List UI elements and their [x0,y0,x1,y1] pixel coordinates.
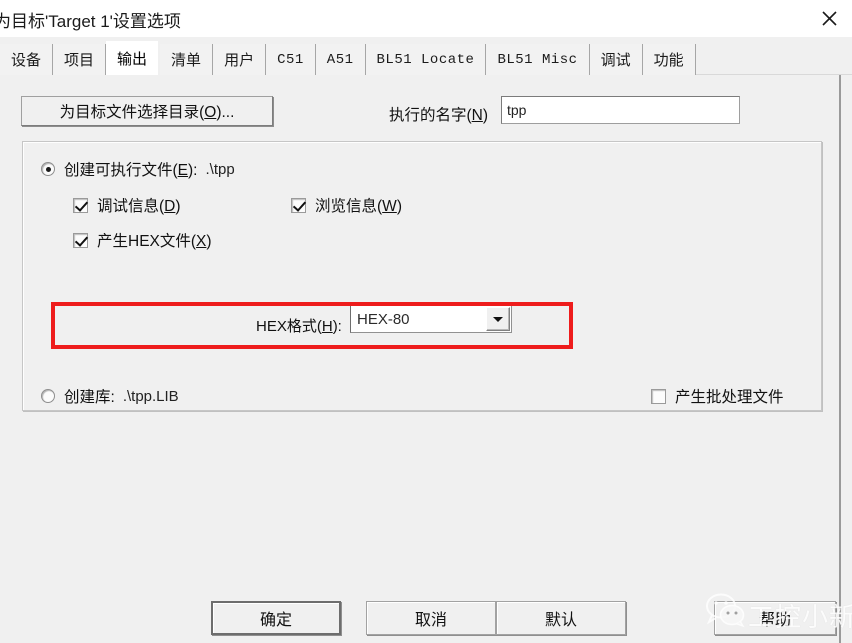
create-batch-file-checkbox[interactable]: 产生批处理文件 [651,385,784,407]
hex-format-value: HEX-80 [357,310,410,328]
create-executable-radio[interactable]: 创建可执行文件(E): .\tpp [41,158,235,180]
options-dialog: 为目标'Target 1'设置选项 设备 项目 输出 清单 用户 C51 A51 BL51 L… [0,0,852,643]
checkbox-indicator-create-batch-file [651,388,666,404]
create-batch-file-label: 产生批处理文件 [675,389,784,406]
create-executable-path: .\tpp [205,160,235,178]
checkbox-indicator-debug-information [73,197,88,213]
create-executable-label: 创建可执行文件(E): [64,162,198,179]
help-button-label: 帮助 [758,612,791,629]
tab-list: 设备 项目 输出 清单 用户 C51 A51 BL51 Locate BL51 Misc 调试 功能 [0,41,696,75]
browse-information-checkbox[interactable]: 浏览信息(W) [291,194,402,216]
tab-label: 项目 [64,52,95,69]
tab-label: 输出 [117,50,148,68]
create-library-path: .\tpp.LIB [122,387,179,405]
tab-label: A51 [326,51,354,68]
tab-6[interactable]: A51 [315,44,366,75]
tab-7[interactable]: BL51 Locate [365,44,487,75]
tab-label: 用户 [224,52,255,69]
browse-information-label: 浏览信息(W) [315,198,402,215]
cancel-button-label: 取消 [414,612,447,629]
create-library-label: 创建库: [64,389,115,406]
tab-label: BL51 Misc [497,51,578,68]
tab-2[interactable]: 输出 [106,41,160,75]
tab-5[interactable]: C51 [266,44,316,75]
tab-1[interactable]: 项目 [53,44,107,75]
hex-format-label: HEX格式(H): [256,318,342,335]
create-hex-file-label: 产生HEX文件(X) [97,233,212,250]
select-output-directory-label: 为目标文件选择目录(O)... [59,104,235,121]
tab-label: BL51 Locate [376,51,475,68]
checkbox-indicator-browse-information [291,197,306,213]
output-tab-panel: 为目标文件选择目录(O)... 执行的名字(N) 创建可执行文件(E): .\t… [0,75,841,643]
checkbox-indicator-create-hex-file [73,232,88,248]
close-button[interactable] [806,0,852,37]
tab-label: 调试 [600,52,631,69]
tab-0[interactable]: 设备 [0,44,54,75]
create-library-radio[interactable]: 创建库: .\tpp.LIB [41,385,179,407]
tab-label: 清单 [171,52,202,69]
chevron-down-icon[interactable] [486,307,510,331]
help-button[interactable]: 帮助 [714,601,836,635]
tab-3[interactable]: 清单 [159,44,214,75]
radio-indicator-create-executable [41,162,55,176]
ok-button[interactable]: 确定 [211,601,341,635]
defaults-button[interactable]: 默认 [496,601,626,635]
select-output-directory-button[interactable]: 为目标文件选择目录(O)... [21,96,273,126]
tab-9[interactable]: 调试 [589,44,643,75]
page-title: 为目标'Target 1'设置选项 [0,12,181,31]
debug-information-label: 调试信息(D) [97,198,181,215]
tab-label: 功能 [653,52,684,69]
create-hex-file-checkbox[interactable]: 产生HEX文件(X) [73,229,212,251]
defaults-button-label: 默认 [544,612,577,629]
tab-label: C51 [277,51,304,68]
tab-strip: 设备 项目 输出 清单 用户 C51 A51 BL51 Locate BL51 Misc 调试 功能 [0,37,852,75]
tab-4[interactable]: 用户 [213,44,267,75]
tab-8[interactable]: BL51 Misc [486,44,590,75]
title-bar: 为目标'Target 1'设置选项 [0,0,852,37]
output-options-group: 创建可执行文件(E): .\tpp 调试信息(D) 浏览信息(W) 产生HEX文… [22,141,822,411]
radio-indicator-create-library [41,389,55,403]
executable-name-input[interactable] [501,96,740,124]
cancel-button[interactable]: 取消 [366,601,496,635]
close-icon [821,10,838,27]
hex-format-select[interactable]: HEX-80 [350,305,512,333]
tab-10[interactable]: 功能 [642,44,696,75]
executable-name-label: 执行的名字(N) [389,107,489,124]
debug-information-checkbox[interactable]: 调试信息(D) [73,194,181,216]
tab-label: 设备 [11,52,42,69]
ok-button-label: 确定 [259,612,292,629]
